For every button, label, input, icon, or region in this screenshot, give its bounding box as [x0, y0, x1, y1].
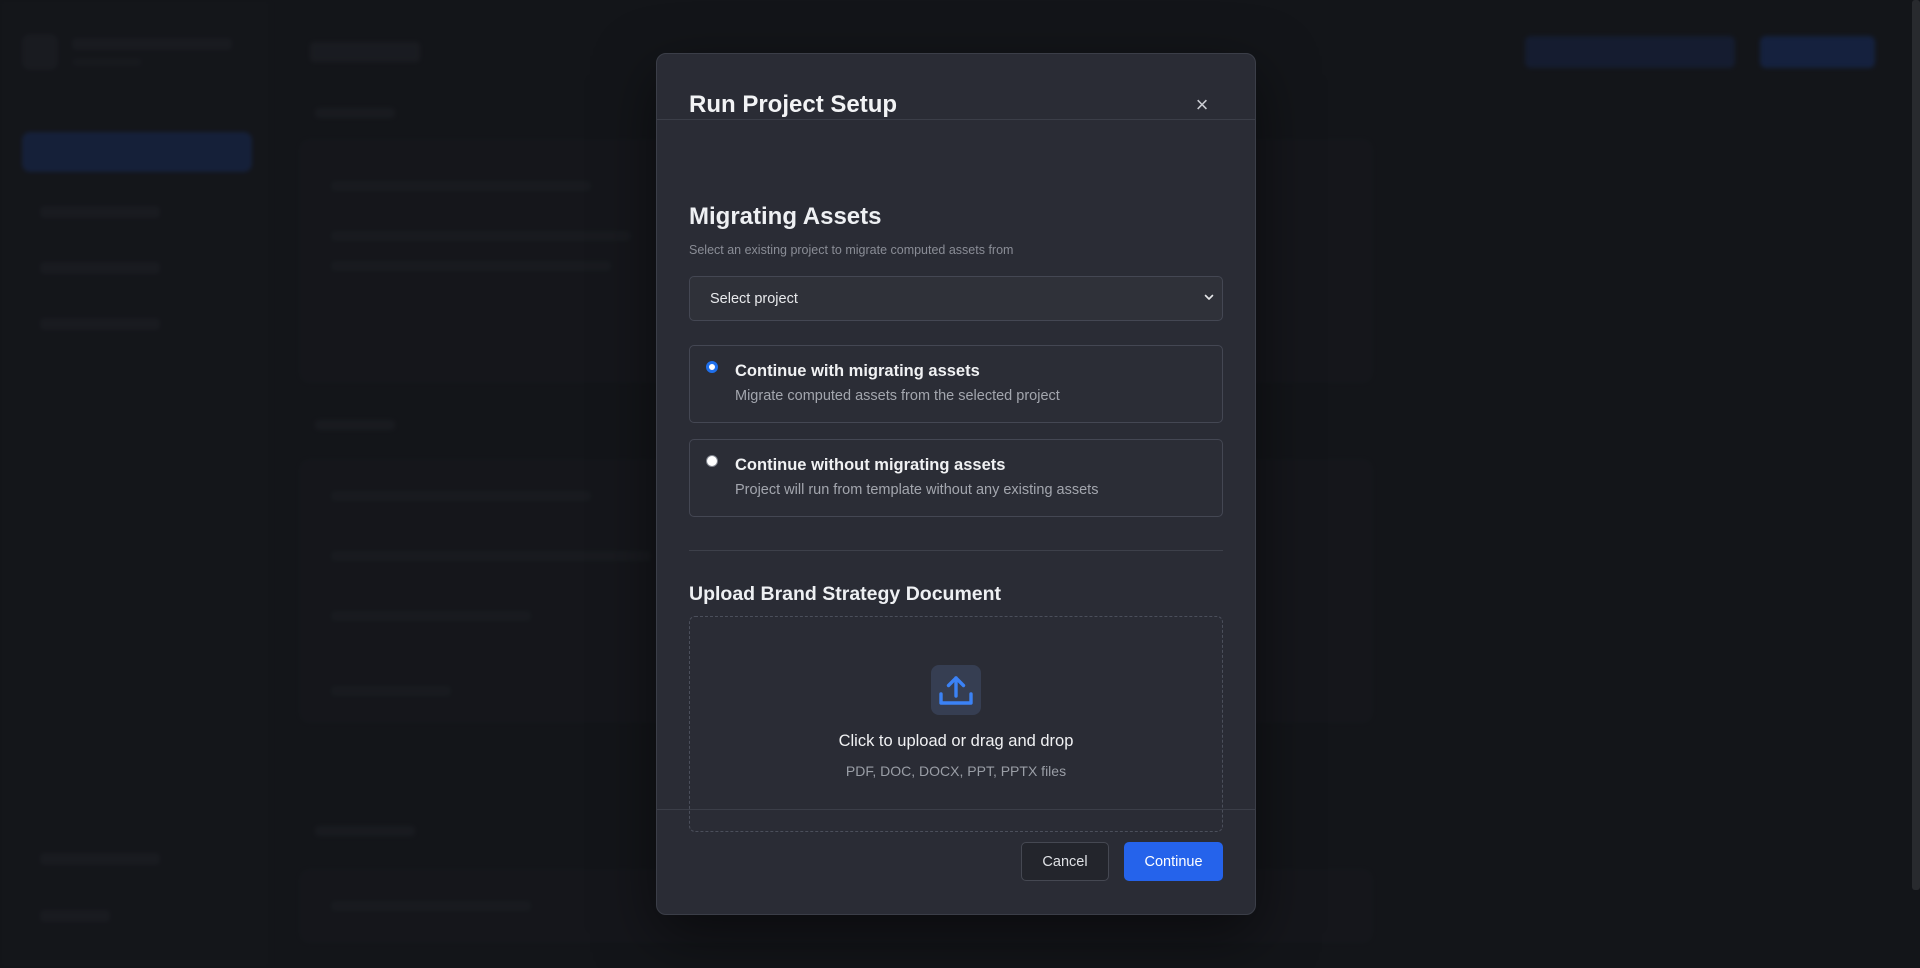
option-without-migrating-assets[interactable]: Continue without migrating assets Projec… — [689, 439, 1223, 517]
modal-title: Run Project Setup — [689, 91, 898, 118]
continue-button[interactable]: Continue — [1124, 842, 1223, 881]
option-with-migrating-assets[interactable]: Continue with migrating assets Migrate c… — [689, 345, 1223, 423]
modal-header: Run Project Setup × — [657, 54, 1255, 120]
radio-with-migrating-assets[interactable] — [706, 361, 718, 373]
cancel-button[interactable]: Cancel — [1021, 842, 1109, 881]
option-title: Continue with migrating assets — [735, 362, 980, 380]
chevron-down-icon — [1204, 294, 1214, 300]
option-description: Migrate computed assets from the selecte… — [735, 388, 1060, 404]
upload-icon — [931, 665, 981, 715]
upload-dropzone[interactable]: Click to upload or drag and drop PDF, DO… — [689, 616, 1223, 832]
run-project-setup-modal: Run Project Setup × Migrating Assets Sel… — [656, 53, 1256, 915]
radio-without-migrating-assets[interactable] — [706, 455, 718, 467]
close-icon: × — [1195, 92, 1209, 117]
project-select[interactable]: Select project — [689, 276, 1223, 321]
option-description: Project will run from template without a… — [735, 482, 1099, 498]
upload-heading: Upload Brand Strategy Document — [689, 583, 1002, 605]
modal-footer: Cancel Continue — [657, 809, 1255, 914]
upload-formats: PDF, DOC, DOCX, PPT, PPTX files — [845, 763, 1067, 779]
migrating-assets-heading: Migrating Assets — [689, 203, 882, 230]
upload-prompt: Click to upload or drag and drop — [838, 732, 1074, 750]
migrating-assets-description: Select an existing project to migrate co… — [689, 243, 1014, 257]
section-divider — [689, 550, 1223, 551]
close-button[interactable]: × — [1189, 92, 1215, 118]
project-select-value: Select project — [710, 290, 798, 307]
option-title: Continue without migrating assets — [735, 456, 1006, 474]
